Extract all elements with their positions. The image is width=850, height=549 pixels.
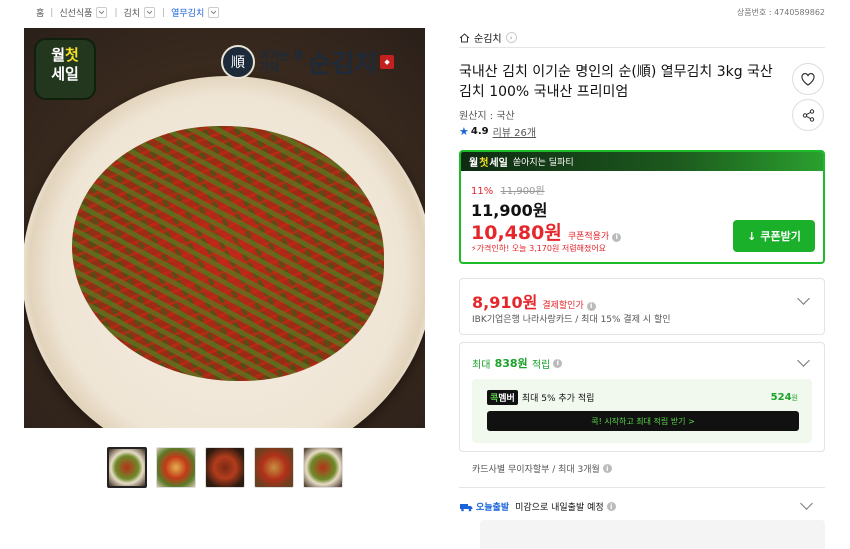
origin-text: 원산지 : 국산 <box>459 111 515 122</box>
breadcrumb-category-1[interactable]: 신선식품 <box>59 6 92 19</box>
chevron-down-icon[interactable] <box>797 354 810 367</box>
breadcrumb-category-3[interactable]: 열무김치 <box>171 6 204 19</box>
thumbnail-3[interactable] <box>205 447 245 488</box>
max-points-prefix: 최대 <box>472 359 491 371</box>
breadcrumb-category-2[interactable]: 김치 <box>124 6 141 19</box>
product-title: 국내산 김치 이기순 명인의 순(順) 열무김치 3kg 국산 김치 100% … <box>459 64 773 100</box>
membership-row: 콕멤버 최대 5% 추가 적립 <box>487 390 594 405</box>
info-icon[interactable]: i <box>553 358 563 368</box>
chevron-down-icon[interactable] <box>797 292 810 305</box>
thumbnail-list <box>107 447 352 488</box>
price-drop-note-text: 가격인하! 오늘 3,170원 저렴해졌어요 <box>476 244 607 253</box>
thumbnail-5[interactable] <box>303 447 343 488</box>
card-price-row: 8,910원 결제할인가 i <box>472 289 596 313</box>
installment-text: 카드사별 무이자할부 / 최대 3개월 <box>472 465 600 475</box>
breadcrumb-separator: | <box>162 7 166 18</box>
coupon-price: 10,480원 <box>471 222 562 244</box>
chevron-right-icon: › <box>505 32 517 43</box>
brand-mark-icon: ◆ <box>380 55 395 69</box>
membership-tag-b: 멤버 <box>498 394 515 404</box>
membership-text: 최대 5% 추가 적립 <box>521 394 595 404</box>
chevron-down-icon[interactable] <box>208 7 220 18</box>
sale-badge: 월첫 세일 <box>34 38 96 100</box>
shipping-text: 미감으로 내일출발 예정 <box>515 503 604 513</box>
membership-start-button[interactable]: 콕! 시작하고 최대 적립 받기 > <box>487 411 799 431</box>
thumbnail-4[interactable] <box>254 447 294 488</box>
breadcrumb-separator: | <box>114 7 118 18</box>
deal-head-label: 쏟아지는 딜파티 <box>512 158 574 168</box>
coupon-price-label: 쿠폰적용가 <box>567 232 610 242</box>
points-box: 최대 838원 적립 i 콕멤버 최대 5% 추가 적립 524원 콕! 시작하… <box>459 342 825 452</box>
divider <box>459 487 825 488</box>
thumbnail-1[interactable] <box>107 447 147 488</box>
breadcrumb-separator: | <box>50 7 54 18</box>
discount-row: 11% 11,900원 <box>471 182 545 197</box>
coupon-button[interactable]: ↓ 쿠폰받기 <box>733 220 815 252</box>
membership-panel: 콕멤버 최대 5% 추가 적립 524원 콕! 시작하고 최대 적립 받기 > <box>472 379 812 443</box>
max-points-suffix: 적립 <box>531 359 551 371</box>
membership-tag: 콕멤버 <box>487 390 518 405</box>
deal-box: 월 첫 세일 쏟아지는 딜파티 11% 11,900원 11,900원 10,480… <box>459 150 825 264</box>
sale-badge-c: 세일 <box>51 65 79 83</box>
download-icon: ↓ <box>747 229 757 243</box>
price-drop-note: ⚡가격인하! 오늘 3,170원 저렴해졌어요 <box>471 243 606 254</box>
store-name: 순김치 <box>474 34 502 45</box>
truck-icon <box>460 503 473 511</box>
coupon-price-row: 10,480원 쿠폰적용가 i <box>471 218 622 245</box>
card-note: IBK기업은행 나라사랑카드 / 최대 15% 결제 시 할인 <box>472 315 671 325</box>
sale-badge-b: 첫 <box>65 46 79 64</box>
deal-head-b: 첫 <box>479 158 489 169</box>
rating-value: 4.9 <box>470 126 489 137</box>
brand-logo: 順 이기순 명가의 순김치 ◆ <box>221 40 417 84</box>
breadcrumb-home[interactable]: 홈 <box>36 6 44 19</box>
installment-info: 카드사별 무이자할부 / 최대 3개월 i <box>472 462 612 475</box>
product-number: 상품번호 : 4740589862 <box>736 8 825 17</box>
shipping-row: 오늘출발 미감으로 내일출발 예정 i <box>459 500 616 513</box>
star-icon: ★ <box>459 125 469 138</box>
info-icon[interactable]: i <box>612 232 622 242</box>
deal-head-c: 세일 <box>489 158 508 169</box>
card-price: 8,910원 <box>472 293 538 312</box>
brand-seal: 順 <box>221 45 255 79</box>
deal-head-a: 월 <box>469 158 479 169</box>
wishlist-button[interactable] <box>792 63 824 95</box>
membership-points-unit: 원 <box>791 394 798 402</box>
card-discount-box[interactable]: 8,910원 결제할인가 i IBK기업은행 나라사랑카드 / 최대 15% 결… <box>459 278 825 335</box>
share-icon <box>802 108 814 122</box>
chevron-down-icon[interactable] <box>144 7 156 18</box>
rating: ★ 4.9 리뷰 26개 <box>459 124 536 139</box>
chevron-down-icon[interactable] <box>96 7 108 18</box>
heart-icon <box>801 72 815 86</box>
shipping-detail-panel <box>480 520 825 549</box>
original-price: 11,900원 <box>500 186 545 197</box>
membership-points: 524원 <box>771 392 798 403</box>
brand-subtitle: 이기순 명가의 <box>259 49 304 74</box>
brand-name: 순김치 <box>308 49 378 78</box>
discount-percent: 11% <box>471 186 494 197</box>
store-link[interactable]: 순김치 › <box>459 30 517 45</box>
breadcrumb: 홈 | 신선식품 | 김치 | 열무김치 <box>36 6 224 19</box>
thumbnail-2[interactable] <box>156 447 196 488</box>
max-points: 최대 838원 적립 i <box>472 355 563 371</box>
share-button[interactable] <box>792 99 824 131</box>
chevron-down-icon[interactable] <box>800 497 813 510</box>
info-icon[interactable]: i <box>606 502 616 511</box>
sale-badge-a: 월 <box>51 46 65 64</box>
deal-header: 월 첫 세일 쏟아지는 딜파티 <box>461 152 823 171</box>
max-points-amount: 838원 <box>494 357 528 370</box>
coupon-button-label: 쿠폰받기 <box>760 230 801 243</box>
review-link[interactable]: 리뷰 26개 <box>493 124 537 139</box>
store-home-icon <box>459 32 470 42</box>
card-price-label: 결제할인가 <box>542 301 584 311</box>
membership-points-value: 524 <box>770 392 792 403</box>
info-icon[interactable]: i <box>602 464 612 473</box>
divider <box>459 47 825 48</box>
shipping-label: 오늘출발 <box>476 503 510 513</box>
info-icon[interactable]: i <box>586 301 596 311</box>
